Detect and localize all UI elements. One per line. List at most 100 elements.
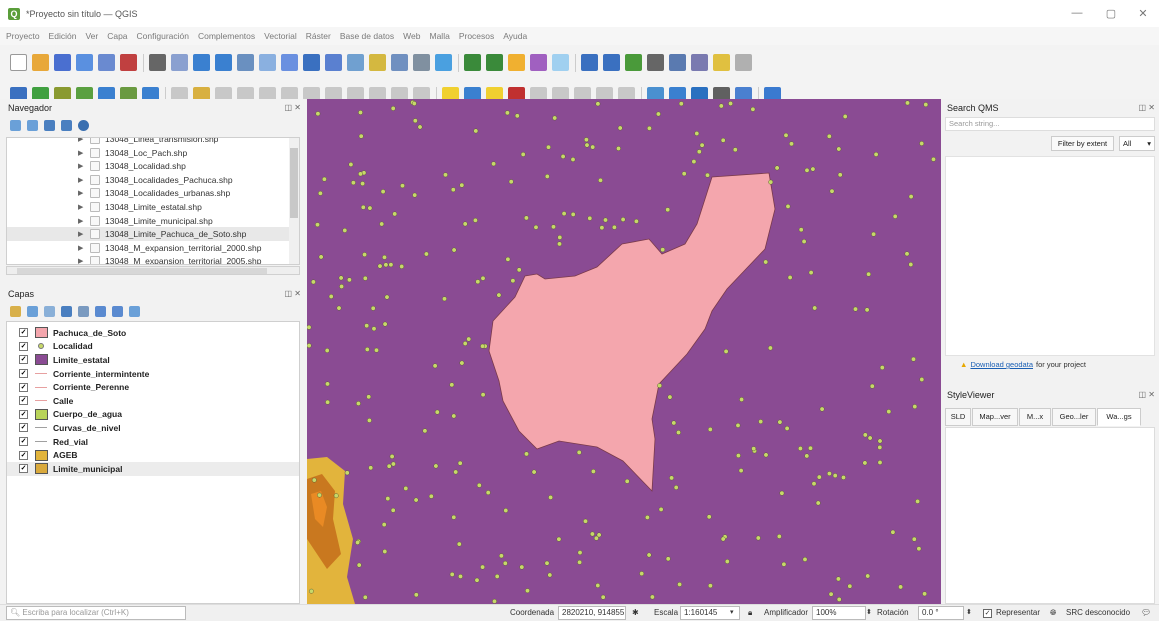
- layer-row[interactable]: ✓ Corriente_Perenne: [7, 380, 299, 394]
- layer-row[interactable]: ✓ Limite_municipal: [7, 462, 299, 476]
- tool-icon[interactable]: [281, 54, 298, 71]
- tab-warnings[interactable]: Wa...gs: [1097, 408, 1141, 426]
- collapse-all-icon[interactable]: [61, 120, 72, 131]
- browser-tree[interactable]: ▶ 13048_Linea_transmision.shp ▶ 13048_Loc_P…: [6, 137, 300, 265]
- tool-icon[interactable]: [603, 54, 620, 71]
- map-canvas[interactable]: [307, 99, 941, 604]
- crs-label[interactable]: SRC desconocido: [1066, 608, 1130, 617]
- tab-mapbox[interactable]: M...x: [1019, 408, 1051, 426]
- menu-edicion[interactable]: Edición: [49, 31, 77, 41]
- styleviewer-float-close-icon[interactable]: ◫ ✕: [1139, 390, 1155, 399]
- menu-capa[interactable]: Capa: [107, 31, 127, 41]
- tool-icon[interactable]: [98, 54, 115, 71]
- map-render[interactable]: [307, 99, 941, 604]
- layer-row[interactable]: ✓ Localidad: [7, 340, 299, 354]
- expand-arrow-icon[interactable]: ▶: [78, 149, 86, 157]
- tool-icon[interactable]: [325, 54, 342, 71]
- browser-item[interactable]: ▶ 13048_Limite_municipal.shp: [7, 214, 290, 228]
- expand-arrow-icon[interactable]: ▶: [78, 244, 86, 252]
- tool-icon[interactable]: [625, 54, 642, 71]
- browser-horizontal-scrollbar[interactable]: [6, 266, 300, 275]
- layer-visibility-checkbox[interactable]: ✓: [19, 464, 28, 474]
- globe-icon[interactable]: 🌐︎: [1050, 608, 1056, 618]
- layer-row[interactable]: ✓ Calle: [7, 394, 299, 408]
- coordinate-field[interactable]: 2820210, 914855: [558, 606, 626, 620]
- magnifier-field[interactable]: 100%: [812, 606, 866, 620]
- browser-item[interactable]: ▶ 13048_M_expansion_territorial_2000.shp: [7, 241, 290, 255]
- layer-row[interactable]: ✓ Corriente_intermintente: [7, 367, 299, 381]
- filter-legend-icon[interactable]: [61, 306, 72, 317]
- browser-item[interactable]: ▶ 13048_Localidades_Pachuca.shp: [7, 173, 290, 187]
- tool-icon[interactable]: [691, 54, 708, 71]
- tool-icon[interactable]: [171, 54, 188, 71]
- extents-toggle-icon[interactable]: ✱: [632, 608, 639, 617]
- layer-visibility-checkbox[interactable]: ✓: [19, 450, 28, 460]
- expand-arrow-icon[interactable]: ▶: [78, 203, 86, 211]
- tool-icon[interactable]: [530, 54, 547, 71]
- tab-sld[interactable]: SLD: [945, 408, 971, 426]
- browser-item[interactable]: ▶ 13048_Localidad.shp: [7, 159, 290, 173]
- tool-icon[interactable]: [647, 54, 664, 71]
- qms-search-input[interactable]: Search string...: [945, 117, 1155, 131]
- layer-visibility-checkbox[interactable]: ✓: [19, 341, 28, 351]
- layers-panel-float-close-icon[interactable]: ◫ ✕: [285, 289, 301, 298]
- filter-option-select[interactable]: All ▾: [1119, 136, 1155, 151]
- tool-icon[interactable]: [369, 54, 386, 71]
- minimize-button[interactable]: —: [1070, 7, 1084, 19]
- download-geodata-link[interactable]: Download geodata: [970, 360, 1033, 369]
- browser-item[interactable]: ▶ 13048_M_expansion_territorial_2005.shp: [7, 254, 290, 264]
- rotation-field[interactable]: 0.0 °: [918, 606, 964, 620]
- tool-icon[interactable]: [259, 54, 276, 71]
- maximize-button[interactable]: ▢: [1104, 7, 1118, 20]
- pachuca-de-soto-polygon[interactable]: [488, 172, 776, 492]
- menu-malla[interactable]: Malla: [430, 31, 450, 41]
- qms-panel-float-close-icon[interactable]: ◫ ✕: [1139, 103, 1155, 112]
- layer-visibility-checkbox[interactable]: ✓: [19, 369, 28, 379]
- close-button[interactable]: ✕: [1136, 7, 1150, 20]
- menu-ver[interactable]: Ver: [85, 31, 98, 41]
- layer-visibility-checkbox[interactable]: ✓: [19, 423, 28, 433]
- browser-panel-float-close-icon[interactable]: ◫ ✕: [285, 103, 301, 112]
- browser-item[interactable]: ▶ 13048_Limite_Pachuca_de_Soto.shp: [7, 227, 290, 242]
- menu-vectorial[interactable]: Vectorial: [264, 31, 297, 41]
- menu-ayuda[interactable]: Ayuda: [503, 31, 527, 41]
- menu-web[interactable]: Web: [403, 31, 420, 41]
- expand-arrow-icon[interactable]: ▶: [78, 230, 86, 238]
- expand-arrow-icon[interactable]: ▶: [78, 162, 86, 170]
- scale-dropdown-icon[interactable]: ▾: [730, 608, 734, 616]
- browser-item[interactable]: ▶ 13048_Localidades_urbanas.shp: [7, 186, 290, 200]
- browser-item[interactable]: ▶ 13048_Loc_Pach.shp: [7, 146, 290, 160]
- menu-complementos[interactable]: Complementos: [198, 31, 255, 41]
- tool-icon[interactable]: [120, 54, 137, 71]
- tool-icon[interactable]: [713, 54, 730, 71]
- layer-style-icon[interactable]: [10, 306, 21, 317]
- tool-icon[interactable]: [508, 54, 525, 71]
- layer-row[interactable]: ✓ Limite_estatal: [7, 353, 299, 367]
- magnifier-spin-icon[interactable]: ⬍: [866, 608, 872, 616]
- tool-icon[interactable]: [303, 54, 320, 71]
- layer-visibility-checkbox[interactable]: ✓: [19, 396, 28, 406]
- tool-icon[interactable]: [486, 54, 503, 71]
- layer-visibility-checkbox[interactable]: ✓: [19, 437, 28, 447]
- layer-row[interactable]: ✓ AGEB: [7, 448, 299, 462]
- tool-icon[interactable]: [32, 54, 49, 71]
- refresh-icon[interactable]: [27, 120, 38, 131]
- tool-icon[interactable]: [10, 54, 27, 71]
- locator-search-input[interactable]: 🔍︎ Escriba para localizar (Ctrl+K): [6, 606, 186, 620]
- add-selected-icon[interactable]: [10, 120, 21, 131]
- render-checkbox[interactable]: ✓: [983, 609, 992, 618]
- tool-icon[interactable]: [391, 54, 408, 71]
- messages-icon[interactable]: 💬︎: [1141, 608, 1151, 617]
- tool-icon[interactable]: [54, 54, 71, 71]
- tool-icon[interactable]: [581, 54, 598, 71]
- filter-expression-icon[interactable]: [78, 306, 89, 317]
- rotation-spin-icon[interactable]: ⬍: [966, 608, 972, 616]
- tool-icon[interactable]: [193, 54, 210, 71]
- tool-icon[interactable]: [735, 54, 752, 71]
- layer-visibility-checkbox[interactable]: ✓: [19, 382, 28, 392]
- expand-arrow-icon[interactable]: ▶: [78, 189, 86, 197]
- menu-raster[interactable]: Ráster: [306, 31, 331, 41]
- layers-tree[interactable]: ✓ Pachuca_de_Soto ✓ Localidad ✓ Limite_estata…: [6, 321, 300, 604]
- menu-procesos[interactable]: Procesos: [459, 31, 494, 41]
- tool-icon[interactable]: [435, 54, 452, 71]
